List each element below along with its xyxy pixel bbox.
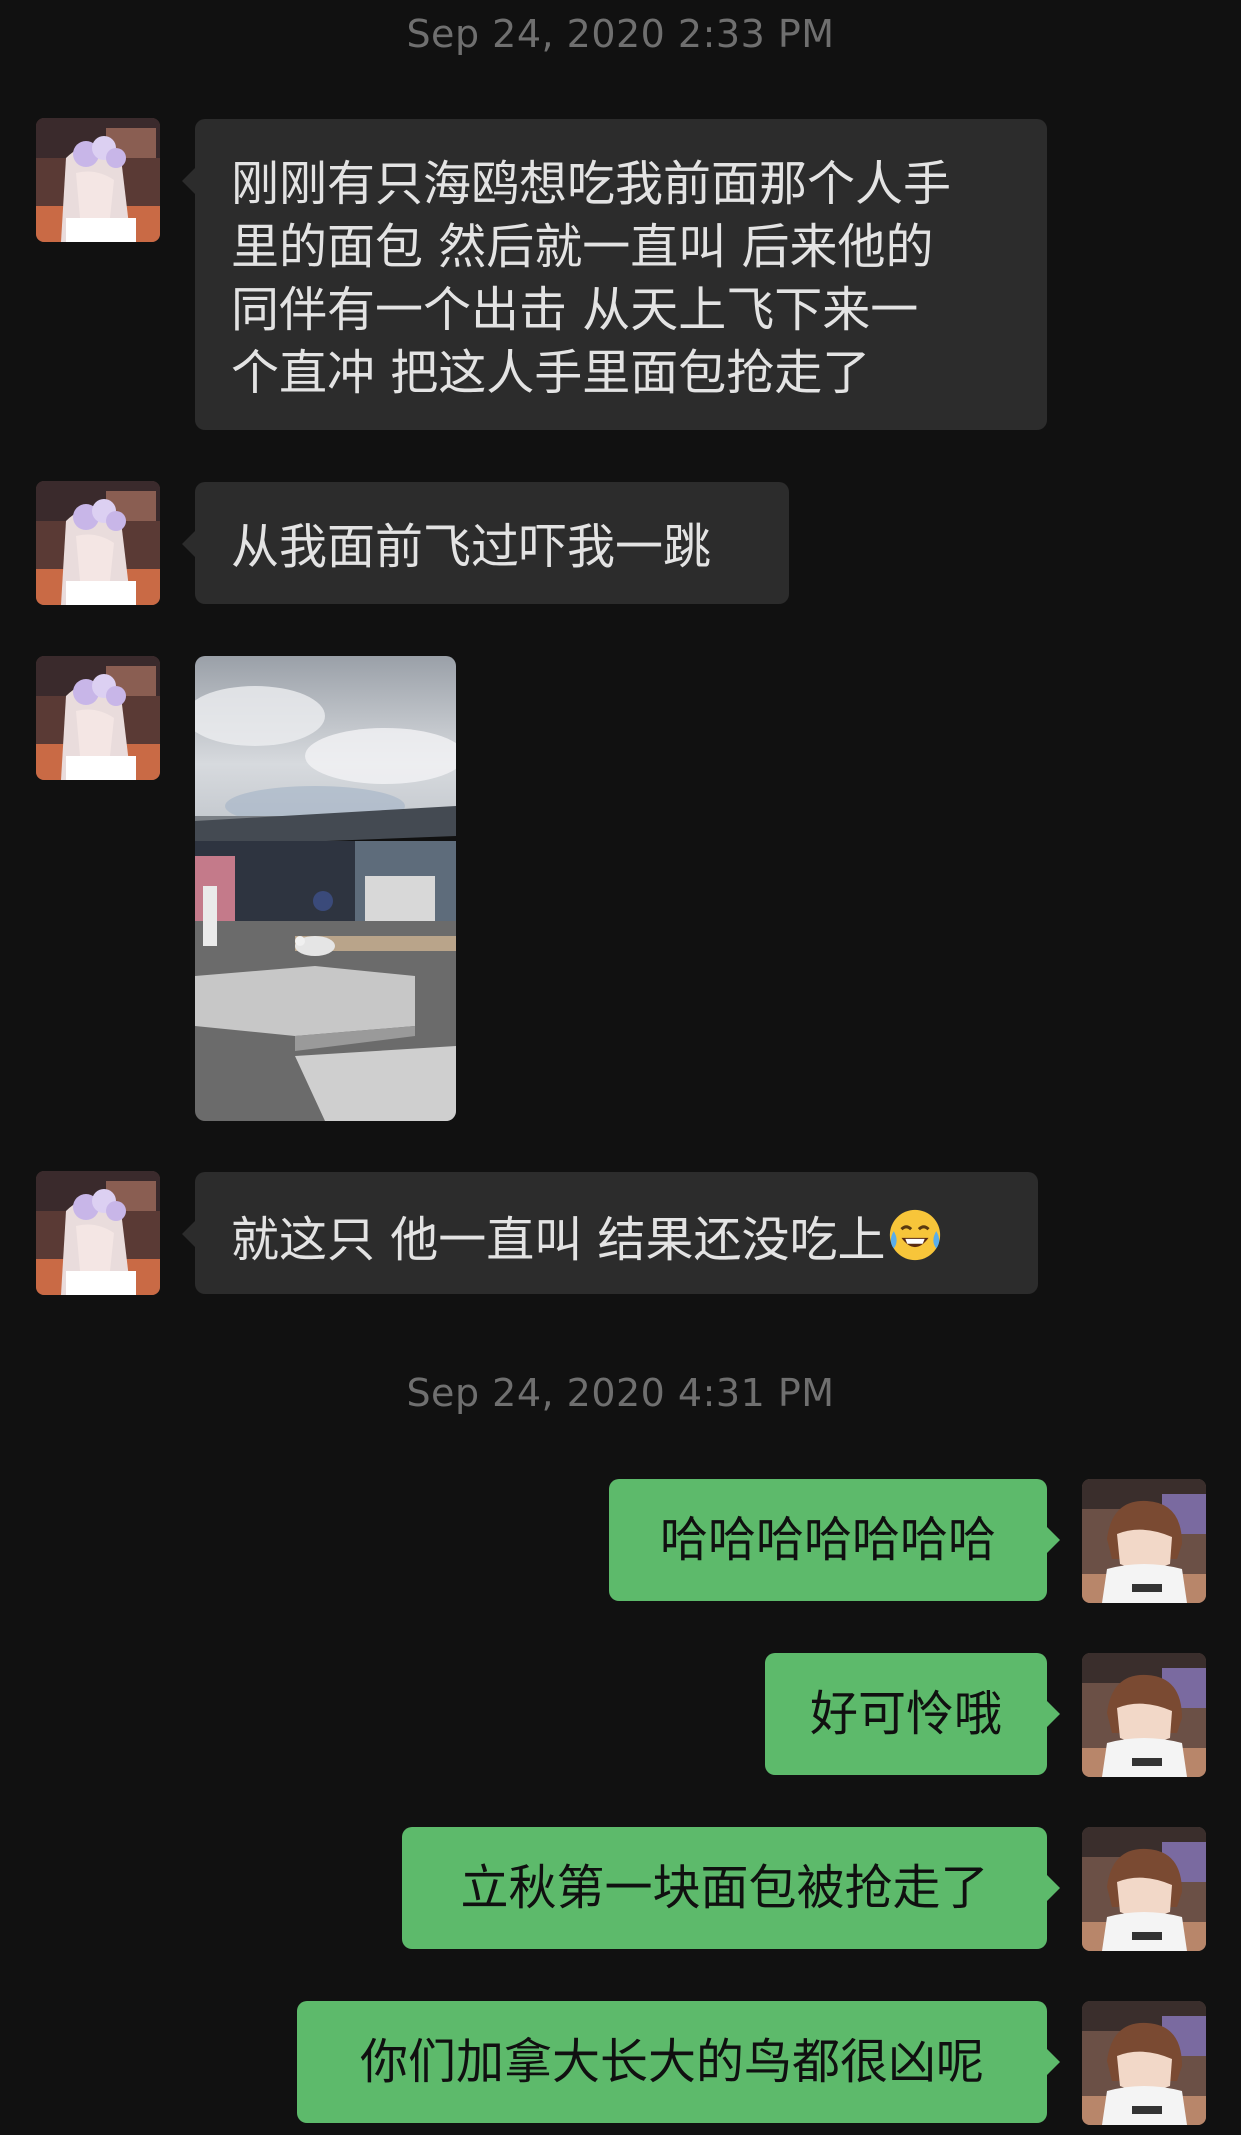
anime-boy-avatar-icon: [1082, 1479, 1206, 1603]
anime-boy-avatar-icon: [1082, 2001, 1206, 2125]
user-avatar[interactable]: [1082, 2001, 1206, 2125]
contact-avatar[interactable]: [36, 656, 160, 780]
contact-avatar[interactable]: [36, 118, 160, 242]
message-text: 立秋第一块面包被抢走了: [460, 1860, 989, 1916]
message-text: 从我面前飞过吓我一跳: [231, 519, 712, 575]
tears-of-joy-emoji-icon: [886, 1206, 944, 1272]
outgoing-message-bubble[interactable]: 你们加拿大长大的鸟都很凶呢: [297, 2001, 1060, 2123]
incoming-message-bubble[interactable]: 从我面前飞过吓我一跳: [182, 482, 789, 604]
message-line: 个直冲 把这人手里面包抢走了: [231, 345, 871, 401]
message-line: 刚刚有只海鸥想吃我前面那个人手: [231, 156, 952, 212]
anime-boy-avatar-icon: [1082, 1653, 1206, 1777]
message-text: 哈哈哈哈哈哈哈: [659, 1512, 996, 1568]
message-line: 里的面包 然后就一直叫 后来他的: [231, 219, 934, 275]
message-text: 你们加拿大长大的鸟都很凶呢: [359, 2034, 984, 2090]
anime-girl-avatar-icon: [36, 118, 160, 242]
seagull-photo[interactable]: [195, 656, 456, 1121]
timestamp: Sep 24, 2020 2:33 PM: [406, 12, 835, 56]
photo-image: [195, 656, 456, 1121]
contact-avatar[interactable]: [36, 481, 160, 605]
contact-avatar[interactable]: [36, 1171, 160, 1295]
anime-girl-avatar-icon: [36, 481, 160, 605]
user-avatar[interactable]: [1082, 1827, 1206, 1951]
incoming-message-bubble[interactable]: 就这只 他一直叫 结果还没吃上: [182, 1172, 1038, 1294]
outgoing-message-bubble[interactable]: 好可怜哦: [765, 1653, 1060, 1775]
anime-girl-avatar-icon: [36, 656, 160, 780]
message-line: 同伴有一个出击 从天上飞下来一: [231, 282, 919, 338]
outgoing-message-bubble[interactable]: 哈哈哈哈哈哈哈: [609, 1479, 1060, 1601]
timestamp: Sep 24, 2020 4:31 PM: [406, 1371, 835, 1415]
outgoing-message-bubble[interactable]: 立秋第一块面包被抢走了: [402, 1827, 1060, 1949]
user-avatar[interactable]: [1082, 1653, 1206, 1777]
message-text: 就这只 他一直叫 结果还没吃上: [231, 1212, 886, 1268]
message-text: 好可怜哦: [809, 1686, 1002, 1742]
anime-boy-avatar-icon: [1082, 1827, 1206, 1951]
user-avatar[interactable]: [1082, 1479, 1206, 1603]
incoming-message-bubble[interactable]: 刚刚有只海鸥想吃我前面那个人手 里的面包 然后就一直叫 后来他的 同伴有一个出击…: [182, 119, 1047, 430]
anime-girl-avatar-icon: [36, 1171, 160, 1295]
